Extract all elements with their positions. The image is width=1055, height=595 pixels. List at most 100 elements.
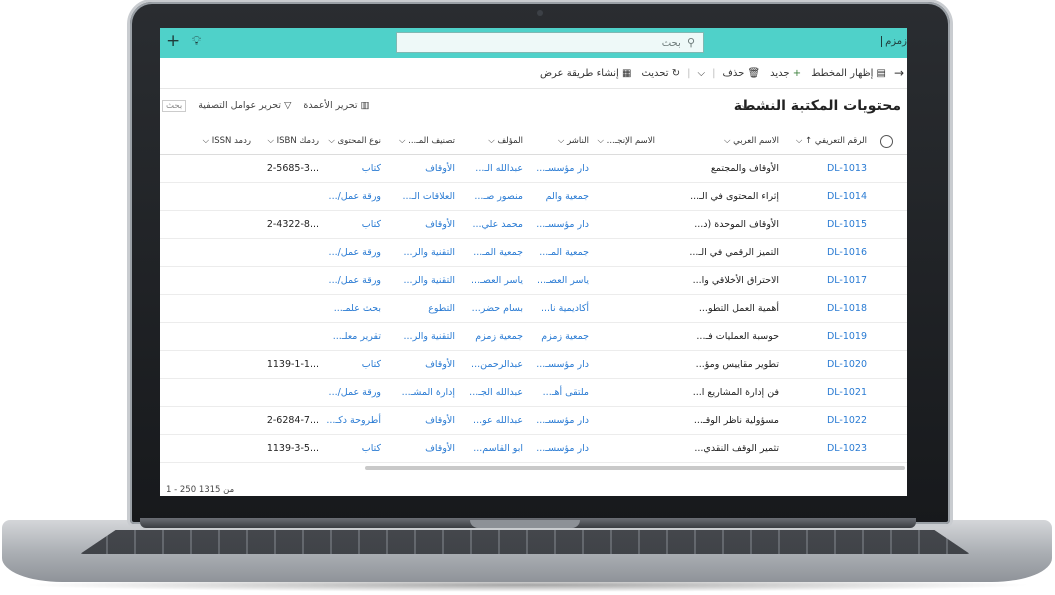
cell-content-type[interactable]: كتاب: [362, 163, 381, 174]
cell-author[interactable]: عبدالله الجـ...: [469, 387, 523, 398]
row-select-checkbox[interactable]: [877, 211, 895, 238]
row-select-checkbox[interactable]: [877, 155, 895, 182]
new-button[interactable]: + جديد: [765, 68, 806, 79]
edit-filters-button[interactable]: ▽ تحرير عوامل التصفية: [198, 100, 291, 112]
cell-author[interactable]: عبدالله عو...: [473, 415, 523, 426]
cell-content-type[interactable]: ورقة عمل/...: [329, 387, 381, 398]
cell-classification[interactable]: التقنية والر...: [404, 275, 455, 286]
cell-publisher[interactable]: ملتقى أهـ...: [543, 387, 589, 398]
table-row[interactable]: DL-1013 الأوقاف والمجتمع دار مؤسسـ... عبدال…: [160, 155, 907, 183]
cell-classification[interactable]: الأوقاف: [425, 219, 455, 230]
cell-id[interactable]: DL-1019: [827, 331, 867, 342]
column-header-classification[interactable]: تصنيف المـ... ⌵: [385, 128, 455, 154]
cell-author[interactable]: بسام حضر...: [472, 303, 523, 314]
lightbulb-icon[interactable]: 💡︎: [192, 34, 201, 49]
show-chart-button[interactable]: ▤ إظهار المخطط: [806, 68, 891, 79]
cell-content-type[interactable]: أطروحة دكـ...: [326, 415, 381, 426]
cell-classification[interactable]: العلاقات الـ...: [402, 191, 455, 202]
cell-publisher[interactable]: جمعية زمزم: [541, 331, 589, 342]
cell-content-type[interactable]: ورقة عمل/...: [329, 191, 381, 202]
row-select-checkbox[interactable]: [877, 323, 895, 350]
column-header-english-name[interactable]: الاسم الإنجـ... ⌵: [593, 128, 655, 154]
view-selector-chevron-icon[interactable]: ⌵: [741, 101, 749, 112]
cell-id[interactable]: DL-1023: [827, 443, 867, 454]
cell-publisher[interactable]: دار مؤسسـ...: [536, 443, 589, 454]
cell-author[interactable]: عبدالرحمن...: [471, 359, 523, 370]
row-select-checkbox[interactable]: [877, 435, 895, 462]
row-select-checkbox[interactable]: [877, 379, 895, 406]
cell-author[interactable]: عبدالله الـ...: [475, 163, 523, 174]
row-select-checkbox[interactable]: [877, 267, 895, 294]
select-all-checkbox[interactable]: [877, 128, 895, 154]
cell-content-type[interactable]: كتاب: [362, 443, 381, 454]
row-select-checkbox[interactable]: [877, 183, 895, 210]
cell-author[interactable]: ياسر العصـ...: [471, 275, 523, 286]
cell-publisher[interactable]: أكاديمية نا...: [541, 303, 589, 314]
delete-button[interactable]: 🗑︎ حذف: [717, 68, 765, 79]
cell-publisher[interactable]: جمعية المـ...: [539, 247, 589, 258]
cell-classification[interactable]: الأوقاف: [425, 415, 455, 426]
cell-classification[interactable]: الأوقاف: [425, 443, 455, 454]
cell-classification[interactable]: الأوقاف: [425, 359, 455, 370]
table-row[interactable]: DL-1022 مسؤولية ناظر الوقـ... دار مؤسسـ...…: [160, 407, 907, 435]
cell-id[interactable]: DL-1013: [827, 163, 867, 174]
cell-id[interactable]: DL-1014: [827, 191, 867, 202]
cell-publisher[interactable]: ياسر العصـ...: [537, 275, 589, 286]
cell-author[interactable]: منصور صـ...: [474, 191, 523, 202]
delete-dropdown-chevron-icon[interactable]: ⌵: [692, 68, 710, 79]
column-header-content-type[interactable]: نوع المحتوى ⌵: [323, 128, 381, 154]
row-select-checkbox[interactable]: [877, 239, 895, 266]
cell-publisher[interactable]: دار مؤسسـ...: [536, 219, 589, 230]
cell-id[interactable]: DL-1022: [827, 415, 867, 426]
row-select-checkbox[interactable]: [877, 407, 895, 434]
table-row[interactable]: DL-1016 التميز الرقمي في الـ... جمعية المـ…: [160, 239, 907, 267]
table-row[interactable]: DL-1020 تطوير مقاييس ومؤ... دار مؤسسـ... عب…: [160, 351, 907, 379]
add-icon[interactable]: +: [166, 31, 180, 51]
cell-id[interactable]: DL-1015: [827, 219, 867, 230]
table-row[interactable]: DL-1023 تثمير الوقف النقدي... دار مؤسسـ...…: [160, 435, 907, 463]
column-header-arabic-name[interactable]: الاسم العربي ⌵: [659, 128, 779, 154]
cell-content-type[interactable]: بحث علمـ...: [334, 303, 381, 314]
cell-author[interactable]: محمد علي...: [472, 219, 523, 230]
column-header-author[interactable]: المؤلف ⌵: [459, 128, 523, 154]
cell-id[interactable]: DL-1020: [827, 359, 867, 370]
table-row[interactable]: DL-1021 فن إدارة المشاريع ا... ملتقى أهـ..…: [160, 379, 907, 407]
column-header-id[interactable]: الرقم التعريفي ↑ ⌵: [787, 128, 867, 154]
table-row[interactable]: DL-1015 الأوقاف الموحدة (د... دار مؤسسـ...…: [160, 211, 907, 239]
global-search-input[interactable]: ⚲ بحث: [396, 32, 704, 53]
cell-publisher[interactable]: دار مؤسسـ...: [536, 359, 589, 370]
cell-content-type[interactable]: كتاب: [362, 359, 381, 370]
cell-publisher[interactable]: جمعية والم: [546, 191, 589, 202]
cell-id[interactable]: DL-1021: [827, 387, 867, 398]
cell-classification[interactable]: إدارة المشـ...: [402, 387, 455, 398]
grid-search-input[interactable]: بحث: [162, 100, 187, 112]
cell-author[interactable]: جمعية المـ...: [473, 247, 523, 258]
page-title[interactable]: محتويات المكتبة النشطة: [734, 98, 901, 114]
cell-classification[interactable]: التقنية والر...: [404, 247, 455, 258]
back-arrow-icon[interactable]: →: [891, 66, 907, 80]
refresh-button[interactable]: ↻ تحديث: [636, 68, 685, 79]
cell-author[interactable]: جمعية زمزم: [475, 331, 523, 342]
column-header-publisher[interactable]: الناشر ⌵: [527, 128, 589, 154]
cell-content-type[interactable]: ورقة عمل/...: [329, 247, 381, 258]
cell-content-type[interactable]: تقرير معلـ...: [333, 331, 381, 342]
table-row[interactable]: DL-1018 أهمية العمل التطو... أكاديمية نا..…: [160, 295, 907, 323]
cell-publisher[interactable]: دار مؤسسـ...: [536, 415, 589, 426]
create-view-button[interactable]: ▦ إنشاء طريقة عرض: [535, 68, 636, 79]
cell-author[interactable]: ابو القاسم...: [473, 443, 523, 454]
app-brand[interactable]: زمزم: [881, 36, 907, 47]
cell-content-type[interactable]: كتاب: [362, 219, 381, 230]
cell-classification[interactable]: التطوع: [428, 303, 455, 314]
table-row[interactable]: DL-1014 إثراء المحتوى في الـ... جمعية والم…: [160, 183, 907, 211]
column-header-issn[interactable]: ردمد ISSN ⌵: [189, 128, 251, 154]
row-select-checkbox[interactable]: [877, 295, 895, 322]
horizontal-scrollbar[interactable]: [365, 466, 905, 470]
edit-columns-button[interactable]: ▥ تحرير الأعمدة: [303, 100, 369, 112]
cell-id[interactable]: DL-1018: [827, 303, 867, 314]
cell-classification[interactable]: الأوقاف: [425, 163, 455, 174]
cell-classification[interactable]: التقنية والر...: [404, 331, 455, 342]
cell-publisher[interactable]: دار مؤسسـ...: [536, 163, 589, 174]
column-header-isbn[interactable]: ردمك ISBN ⌵: [255, 128, 319, 154]
table-row[interactable]: DL-1017 الاحتراق الأخلاقي وا... ياسر العصـ…: [160, 267, 907, 295]
cell-id[interactable]: DL-1017: [827, 275, 867, 286]
